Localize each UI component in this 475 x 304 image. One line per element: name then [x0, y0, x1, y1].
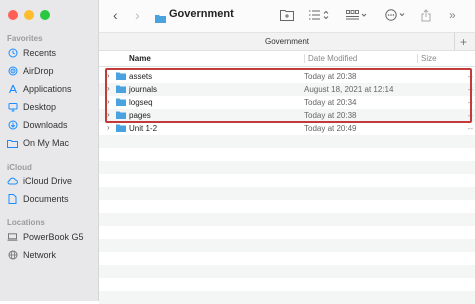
empty-row — [99, 200, 475, 213]
sidebar-item-label: Documents — [23, 194, 69, 204]
column-header: Name Date Modified Size — [99, 52, 475, 67]
selection-highlight-box — [105, 68, 472, 123]
sidebar-item-label: Downloads — [23, 120, 68, 130]
clock-icon — [7, 48, 18, 59]
group-view-icon[interactable] — [346, 8, 368, 22]
window-title: Government — [169, 8, 234, 20]
disclosure-chevron-icon[interactable]: › — [107, 123, 110, 132]
folder-icon — [7, 138, 18, 149]
document-icon — [7, 194, 18, 205]
sidebar-item-label: Network — [23, 250, 57, 260]
folder-icon — [155, 10, 166, 28]
minimize-window-button[interactable] — [24, 10, 34, 20]
sidebar-item-powerbook[interactable]: PowerBook G5 — [7, 229, 95, 245]
sidebar-section-locations: Locations — [7, 218, 45, 227]
sidebar-item-applications[interactable]: Applications — [7, 81, 95, 97]
empty-row — [99, 226, 475, 239]
empty-row — [99, 213, 475, 226]
share-icon[interactable] — [421, 8, 431, 22]
cloud-icon — [7, 176, 18, 187]
sidebar-item-icloud-drive[interactable]: iCloud Drive — [7, 173, 95, 189]
sidebar-section-favorites: Favorites — [7, 34, 43, 43]
file-name: Unit 1-2 — [129, 124, 158, 133]
column-name[interactable]: Name — [129, 54, 151, 63]
column-date-modified[interactable]: Date Modified — [304, 54, 357, 63]
airdrop-icon — [7, 66, 18, 77]
table-row[interactable]: › Unit 1-2 Today at 20:49 -- — [99, 122, 475, 135]
empty-row — [99, 252, 475, 265]
zoom-window-button[interactable] — [40, 10, 50, 20]
finder-window: Favorites Recents AirDrop Applications D… — [0, 0, 475, 304]
empty-row — [99, 278, 475, 291]
add-tab-button[interactable]: + — [454, 33, 472, 50]
column-size[interactable]: Size — [417, 54, 437, 63]
toolbar: ‹ › Government » — [99, 0, 475, 33]
empty-row — [99, 187, 475, 200]
laptop-icon — [7, 232, 18, 243]
sidebar-item-downloads[interactable]: Downloads — [7, 117, 95, 133]
sidebar-section-icloud: iCloud — [7, 163, 32, 172]
applications-icon — [7, 84, 18, 95]
sidebar-item-recents[interactable]: Recents — [7, 45, 95, 61]
window-controls — [8, 10, 50, 20]
close-window-button[interactable] — [8, 10, 18, 20]
empty-row — [99, 135, 475, 148]
empty-row — [99, 265, 475, 278]
globe-icon — [7, 250, 18, 261]
more-actions-icon[interactable] — [385, 8, 407, 22]
sidebar-item-documents[interactable]: Documents — [7, 191, 95, 207]
desktop-icon — [7, 102, 18, 113]
sidebar-item-label: Recents — [23, 48, 57, 58]
sidebar-item-airdrop[interactable]: AirDrop — [7, 63, 95, 79]
empty-row — [99, 239, 475, 252]
path-bar: Government + — [99, 33, 475, 51]
empty-row — [99, 291, 475, 304]
sidebar: Favorites Recents AirDrop Applications D… — [0, 0, 99, 301]
sidebar-item-network[interactable]: Network — [7, 247, 95, 263]
list-view-icon[interactable] — [309, 8, 331, 22]
more-toolbar-icon[interactable]: » — [449, 8, 456, 22]
forward-button[interactable]: › — [135, 8, 140, 22]
sidebar-item-label: Desktop — [23, 102, 57, 112]
new-folder-icon[interactable] — [280, 8, 295, 22]
sidebar-item-desktop[interactable]: Desktop — [7, 99, 95, 115]
downloads-icon — [7, 120, 18, 131]
sidebar-item-on-my-mac[interactable]: On My Mac — [7, 135, 95, 151]
empty-row — [99, 174, 475, 187]
back-button[interactable]: ‹ — [113, 8, 118, 22]
file-date: Today at 20:49 — [304, 124, 357, 133]
sidebar-item-label: iCloud Drive — [23, 176, 73, 186]
sidebar-item-label: AirDrop — [23, 66, 54, 76]
path-label: Government — [264, 37, 310, 46]
folder-icon — [116, 124, 126, 134]
sidebar-item-label: Applications — [23, 84, 72, 94]
empty-row — [99, 148, 475, 161]
empty-row — [99, 161, 475, 174]
file-size: -- — [467, 124, 473, 133]
sidebar-item-label: PowerBook G5 — [23, 232, 84, 242]
sidebar-item-label: On My Mac — [23, 138, 70, 148]
